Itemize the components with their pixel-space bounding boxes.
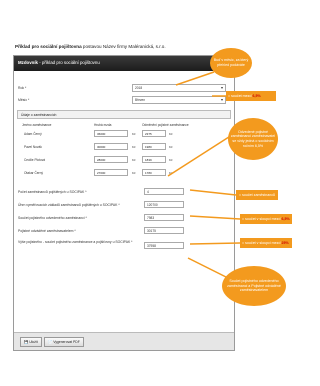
callout-employee-sum: = součet v sloupci mezd 6,5% bbox=[240, 214, 292, 224]
callout-employee-count: = součet zaměstnanců bbox=[236, 190, 278, 200]
callout-employee-insurance: Odvedené pojistné zaměstnanci zaměstnava… bbox=[228, 118, 278, 160]
callout-month: Buď v měsíc, za který přehled podáváte bbox=[210, 48, 252, 78]
callout-employer-sum: = součet v sloupci mezd 25% bbox=[240, 238, 292, 248]
callout-total: Součet pojistného odvedeného zaměstnanci… bbox=[222, 266, 286, 306]
callout-gross-sum: = součet mezd 6,5% bbox=[226, 91, 276, 101]
